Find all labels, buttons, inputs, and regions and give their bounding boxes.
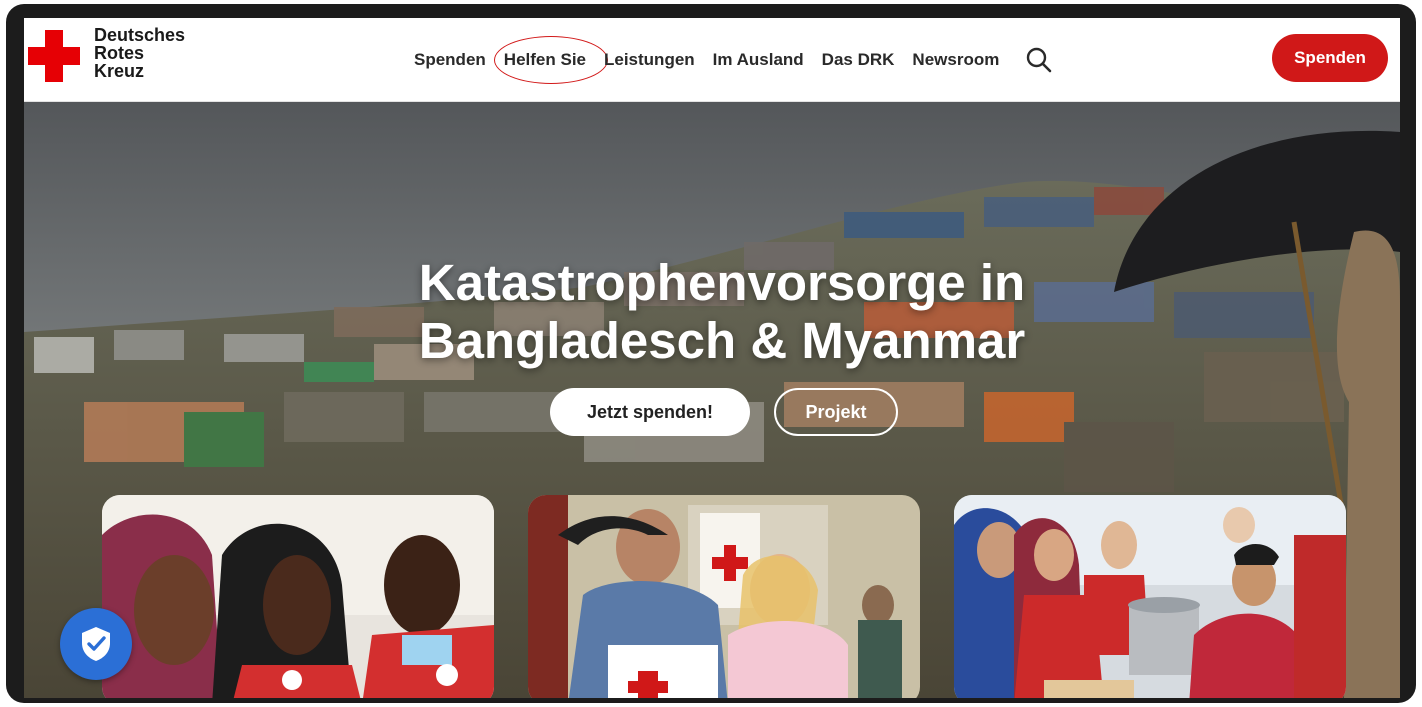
nav-item-newsroom[interactable]: Newsroom — [912, 50, 999, 70]
relief-package-photo — [528, 495, 920, 698]
hero-title-line-2: Bangladesch & Myanmar — [418, 312, 1026, 369]
donate-now-button[interactable]: Jetzt spenden! — [550, 388, 750, 436]
logo-wordmark: Deutsches Rotes Kreuz — [94, 26, 185, 80]
teaser-card-relief-package[interactable] — [528, 495, 920, 698]
drk-logo[interactable]: Deutsches Rotes Kreuz — [28, 26, 185, 82]
project-button[interactable]: Projekt — [774, 388, 898, 436]
search-icon[interactable] — [1025, 46, 1053, 74]
nav-item-das-drk[interactable]: Das DRK — [822, 50, 895, 70]
nav-item-im-ausland[interactable]: Im Ausland — [713, 50, 804, 70]
food-distribution-photo — [954, 495, 1346, 698]
nav-item-helfen-sie[interactable]: Helfen Sie — [493, 36, 609, 84]
header-donate-button[interactable]: Spenden — [1272, 34, 1388, 82]
aid-workers-photo — [102, 495, 494, 698]
main-nav: Spenden Helfen Sie Leistungen Im Ausland… — [414, 36, 1053, 84]
device-frame: Deutsches Rotes Kreuz Spenden Helfen Sie… — [6, 4, 1416, 703]
logo-line-3: Kreuz — [94, 61, 145, 81]
nav-item-spenden[interactable]: Spenden — [414, 50, 486, 70]
site-header: Deutsches Rotes Kreuz Spenden Helfen Sie… — [24, 18, 1400, 102]
logo-line-2: Rotes — [94, 43, 145, 63]
teaser-card-aid-workers[interactable] — [102, 495, 494, 698]
logo-line-1: Deutsches — [94, 25, 186, 45]
hero-title: Katastrophenvorsorge in Bangladesch & My… — [24, 254, 1400, 370]
hero-title-line-1: Katastrophenvorsorge in — [418, 254, 1026, 311]
red-cross-icon — [28, 30, 80, 82]
shield-check-icon — [82, 627, 110, 661]
nav-item-leistungen[interactable]: Leistungen — [604, 50, 695, 70]
hero-banner: Katastrophenvorsorge in Bangladesch & My… — [24, 102, 1400, 698]
teaser-card-food-distribution[interactable] — [954, 495, 1346, 698]
privacy-settings-button[interactable] — [60, 608, 132, 680]
browser-viewport: Deutsches Rotes Kreuz Spenden Helfen Sie… — [24, 18, 1400, 698]
